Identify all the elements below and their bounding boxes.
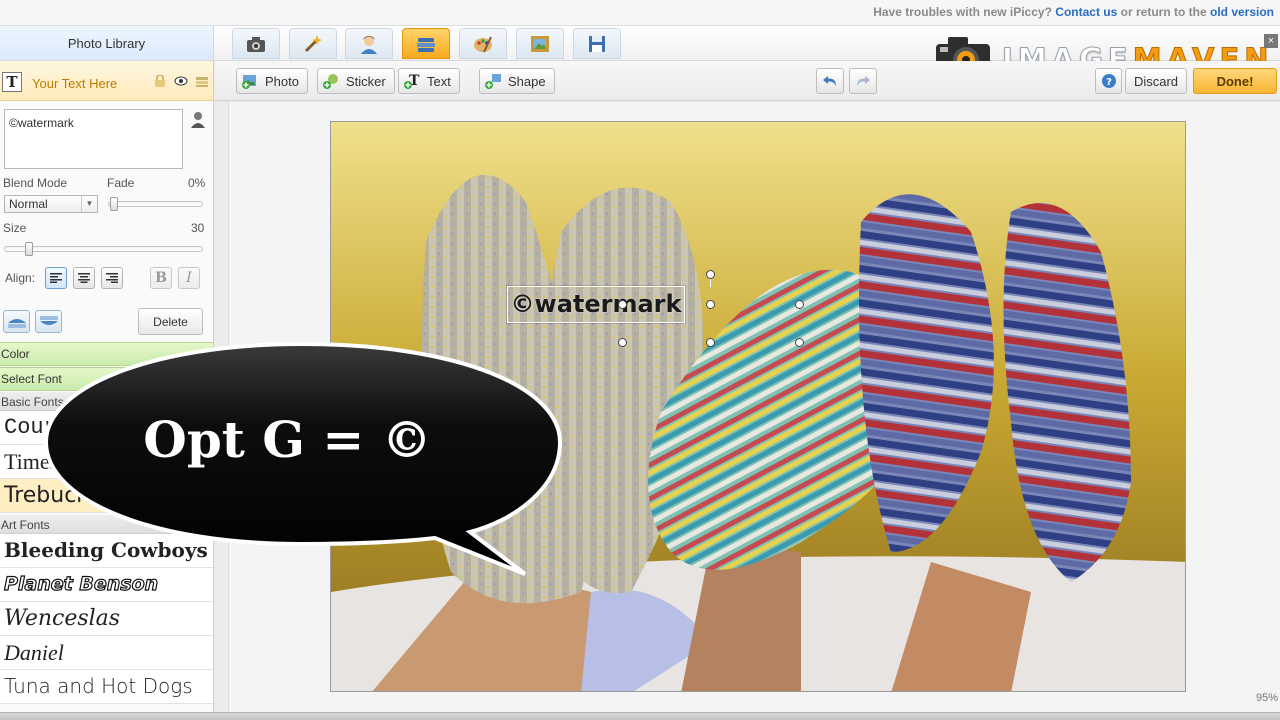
align-label: Align: [5, 271, 36, 285]
magic-wand-icon [304, 34, 322, 52]
fade-slider[interactable] [108, 197, 203, 211]
text-layer-header[interactable]: T Your Text Here [0, 61, 213, 101]
add-text-button[interactable]: T Text [398, 68, 460, 94]
editor-toolbar: Photo Sticker T Text Shape ? Discard Don… [215, 61, 1280, 101]
camera-icon [247, 36, 265, 52]
save-icon [589, 35, 605, 52]
frame-icon [531, 35, 549, 52]
undo-button[interactable] [816, 68, 844, 94]
tab-frame[interactable] [516, 28, 564, 59]
done-button[interactable]: Done! [1193, 68, 1277, 94]
resize-handle-bottom-left[interactable] [618, 338, 627, 347]
person-icon [361, 35, 377, 54]
user-icon[interactable] [190, 111, 206, 128]
top-notice-message: Have troubles with new iPiccy? Contact u… [873, 5, 1274, 19]
text-layer-title: Your Text Here [32, 76, 118, 91]
align-center-button[interactable] [73, 267, 95, 289]
align-right-icon [106, 273, 118, 283]
add-sticker-button[interactable]: Sticker [317, 68, 395, 94]
resize-handle-top-left[interactable] [618, 300, 627, 309]
resize-handle-top[interactable] [706, 300, 715, 309]
add-shape-label: Shape [508, 73, 546, 89]
size-slider[interactable] [4, 242, 203, 256]
text-layers-icon [417, 37, 435, 52]
resize-handle-bottom[interactable] [706, 338, 715, 347]
tab-camera[interactable] [232, 28, 280, 59]
tab-paint[interactable] [459, 28, 507, 59]
align-left-icon [50, 273, 62, 283]
size-slider-knob[interactable] [25, 242, 33, 256]
send-backward-icon [39, 315, 58, 325]
add-text-label: Text [427, 73, 451, 89]
visibility-eye-icon[interactable] [174, 75, 188, 87]
svg-text:?: ? [1106, 77, 1112, 88]
text-content-input[interactable]: ©watermark [4, 109, 183, 169]
notice-prefix: Have troubles with new iPiccy? [873, 5, 1052, 19]
size-label: Size [3, 221, 27, 235]
redo-button[interactable] [849, 68, 877, 94]
blend-mode-label: Blend Mode [3, 176, 68, 190]
layers-icon[interactable] [195, 75, 209, 87]
lock-icon[interactable] [153, 75, 167, 87]
paint-icon [474, 36, 492, 52]
bring-forward-button[interactable] [3, 310, 30, 333]
tab-photo-library[interactable]: Photo Library [0, 26, 214, 60]
align-right-button[interactable] [101, 267, 123, 289]
add-sticker-label: Sticker [346, 73, 386, 89]
add-sticker-icon [323, 74, 338, 89]
undo-icon [823, 76, 836, 86]
bring-forward-icon [7, 318, 26, 328]
bold-button[interactable]: B [150, 267, 172, 289]
logo-close-button[interactable]: × [1264, 34, 1278, 48]
add-photo-label: Photo [265, 73, 299, 89]
delete-button[interactable]: Delete [138, 308, 203, 335]
redo-icon [857, 76, 870, 86]
watermark-text-layer[interactable]: ©watermark [507, 286, 685, 323]
rotate-handle-stem [710, 279, 711, 287]
font-item-wenceslas[interactable]: Wenceslas [0, 602, 213, 636]
add-photo-icon [242, 75, 256, 89]
discard-button[interactable]: Discard [1125, 68, 1187, 94]
align-left-button[interactable] [45, 267, 67, 289]
fade-value: 0% [188, 176, 206, 190]
zoom-level: 95% [1255, 692, 1278, 704]
callout-text: Opt G = © [143, 410, 432, 469]
size-value: 30 [191, 221, 205, 235]
font-item-tuna-and-hot-dogs[interactable]: Tuna and Hot Dogs [0, 670, 213, 704]
text-type-icon: T [2, 72, 22, 92]
align-center-icon [78, 273, 90, 283]
blend-mode-select[interactable]: Normal ▼ [4, 195, 98, 213]
add-text-icon: T [404, 73, 420, 89]
resize-handle-bottom-right[interactable] [795, 338, 804, 347]
italic-button[interactable]: I [178, 267, 200, 289]
send-backward-button[interactable] [35, 310, 62, 333]
fade-label: Fade [107, 176, 135, 190]
font-item-daniel[interactable]: Daniel [0, 636, 213, 670]
tab-bar: Photo Library IMAGEMAVEN × [0, 26, 1280, 77]
add-shape-icon [485, 74, 501, 89]
old-version-link[interactable]: old version [1210, 5, 1274, 19]
horizontal-scrollbar[interactable] [0, 712, 1280, 720]
rotate-handle[interactable] [706, 270, 715, 279]
help-icon: ? [1101, 74, 1116, 88]
notice-middle: or return to the [1120, 5, 1207, 19]
tab-portrait[interactable] [345, 28, 393, 59]
add-photo-button[interactable]: Photo [236, 68, 308, 94]
help-button[interactable]: ? [1095, 68, 1122, 94]
blend-mode-value: Normal [9, 197, 48, 211]
chevron-down-icon: ▼ [81, 196, 97, 212]
tab-magic-wand[interactable] [289, 28, 337, 59]
add-shape-button[interactable]: Shape [479, 68, 555, 94]
tab-text-layers[interactable] [402, 28, 450, 59]
resize-handle-top-right[interactable] [795, 300, 804, 309]
top-notice-bar: Have troubles with new iPiccy? Contact u… [0, 0, 1280, 26]
tab-save[interactable] [573, 28, 621, 59]
contact-us-link[interactable]: Contact us [1055, 5, 1117, 19]
fade-slider-knob[interactable] [110, 197, 118, 211]
